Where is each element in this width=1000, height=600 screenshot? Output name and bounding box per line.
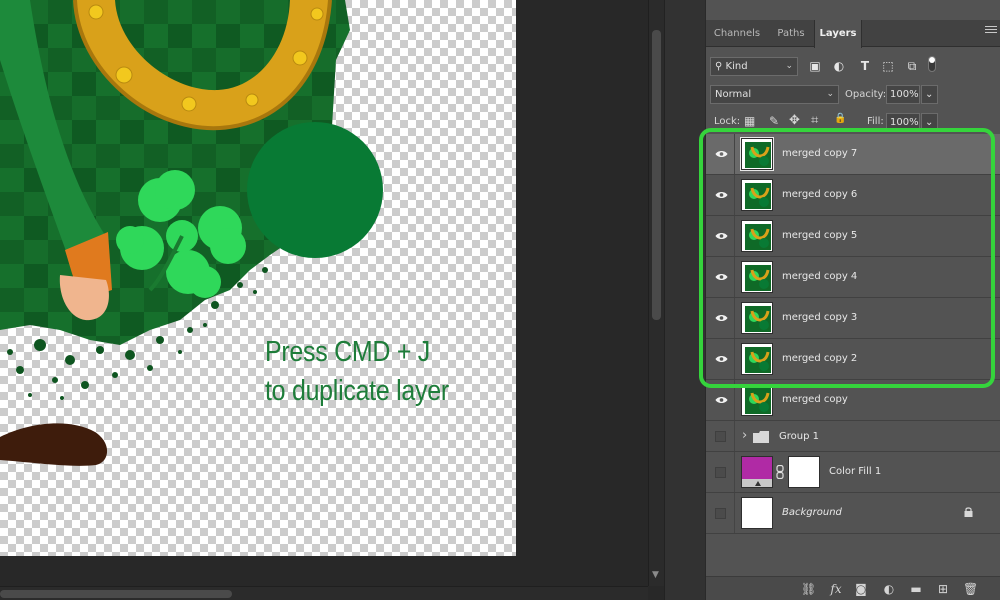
lock-image-icon[interactable]: ✎: [769, 114, 779, 128]
image-filter-icon[interactable]: ▣: [808, 59, 822, 73]
opacity-input[interactable]: 100%: [886, 85, 920, 104]
vertical-scroll-thumb[interactable]: [652, 30, 661, 320]
search-icon: ⚲: [715, 61, 726, 72]
add-mask-icon[interactable]: ◙: [854, 582, 868, 596]
layer-name[interactable]: Background: [782, 507, 842, 518]
annotation-line-1: Press CMD + J: [265, 336, 431, 368]
visibility-toggle[interactable]: [715, 467, 726, 478]
artwork-leprechaun-horseshoe: [0, 0, 383, 466]
tab-paths[interactable]: Paths: [768, 20, 814, 47]
layer-row-group[interactable]: › Group 1: [706, 421, 1000, 452]
document-canvas[interactable]: Press CMD + J to duplicate layer: [0, 0, 516, 556]
visibility-cell: [706, 452, 735, 492]
filter-kind-select[interactable]: ⚲ Kind ⌄: [710, 57, 798, 76]
folder-icon: [753, 431, 769, 443]
panel-menu-icon[interactable]: [985, 26, 997, 36]
layer-row-background[interactable]: Background: [706, 493, 1000, 534]
visibility-cell: [706, 493, 735, 533]
link-layers-icon[interactable]: ⛓: [801, 582, 816, 596]
shoe-shape: [0, 423, 108, 466]
chevron-down-icon: ⌄: [925, 117, 934, 128]
layer-name[interactable]: Color Fill 1: [829, 466, 881, 477]
lock-all-icon[interactable]: 🔒: [834, 113, 846, 124]
lock-transparent-icon[interactable]: ▦: [744, 114, 755, 128]
filter-kind-value: Kind: [725, 61, 748, 72]
opacity-dropdown[interactable]: ⌄: [921, 85, 938, 104]
adjustment-filter-icon[interactable]: ◐: [832, 59, 846, 73]
fill-label: Fill:: [867, 116, 884, 127]
annotation-line-2: to duplicate layer: [265, 375, 449, 407]
horizontal-scrollbar[interactable]: [0, 586, 648, 600]
tab-channels[interactable]: Channels: [706, 20, 768, 47]
visibility-toggle[interactable]: [715, 508, 726, 519]
green-highlight-box: [699, 128, 995, 388]
layer-row-fill[interactable]: Color Fill 1: [706, 452, 1000, 493]
vertical-scrollbar[interactable]: ▼: [648, 0, 664, 586]
lock-position-icon[interactable]: ✥: [789, 113, 800, 128]
lock-label: Lock:: [714, 116, 741, 127]
opacity-label: Opacity:: [845, 89, 887, 100]
adjustment-layer-icon[interactable]: ◐: [882, 582, 896, 596]
lock-icon: [964, 507, 973, 517]
visibility-toggle[interactable]: [715, 431, 726, 442]
layer-name[interactable]: merged copy: [782, 394, 848, 405]
chevron-down-icon: ⌄: [925, 89, 934, 100]
tab-layers[interactable]: Layers: [814, 20, 862, 48]
horizontal-scroll-thumb[interactable]: [0, 590, 232, 598]
layer-thumbnail: [741, 497, 773, 529]
annotation-text: Press CMD + J to duplicate layer: [265, 333, 480, 411]
shape-filter-icon[interactable]: ⬚: [881, 59, 895, 73]
green-circle-shape: [247, 122, 383, 258]
fx-icon[interactable]: fx: [829, 582, 843, 596]
document-workspace: Press CMD + J to duplicate layer: [0, 0, 648, 600]
chain-link-icon[interactable]: [776, 465, 784, 479]
blend-mode-select[interactable]: Normal ⌄: [710, 85, 839, 104]
chevron-down-icon: ⌄: [826, 89, 834, 99]
blend-mode-value: Normal: [715, 89, 752, 100]
new-group-icon[interactable]: ▬: [909, 582, 923, 596]
smart-object-filter-icon[interactable]: ⧉: [905, 59, 919, 73]
chevron-down-icon: ⌄: [785, 61, 793, 71]
eye-icon[interactable]: [715, 396, 728, 404]
type-filter-icon[interactable]: T: [858, 59, 872, 73]
color-fill-thumbnail[interactable]: [741, 456, 773, 488]
chevron-right-icon[interactable]: ›: [742, 428, 747, 443]
layer-name[interactable]: Group 1: [779, 431, 819, 442]
filter-toggle-icon[interactable]: [928, 56, 936, 72]
visibility-cell: [706, 421, 735, 451]
panel-tab-bar: Channels Paths Layers: [706, 20, 1000, 48]
delete-layer-icon[interactable]: 🗑: [963, 582, 978, 596]
new-layer-icon[interactable]: ⊞: [936, 582, 950, 596]
layers-action-bar: ⛓ fx ◙ ◐ ▬ ⊞ 🗑: [706, 576, 1000, 600]
scroll-down-icon[interactable]: ▼: [652, 570, 659, 580]
lock-artboard-icon[interactable]: ⌗: [811, 113, 818, 128]
layer-mask-thumbnail[interactable]: [788, 456, 820, 488]
layer-thumbnail: [741, 384, 773, 416]
